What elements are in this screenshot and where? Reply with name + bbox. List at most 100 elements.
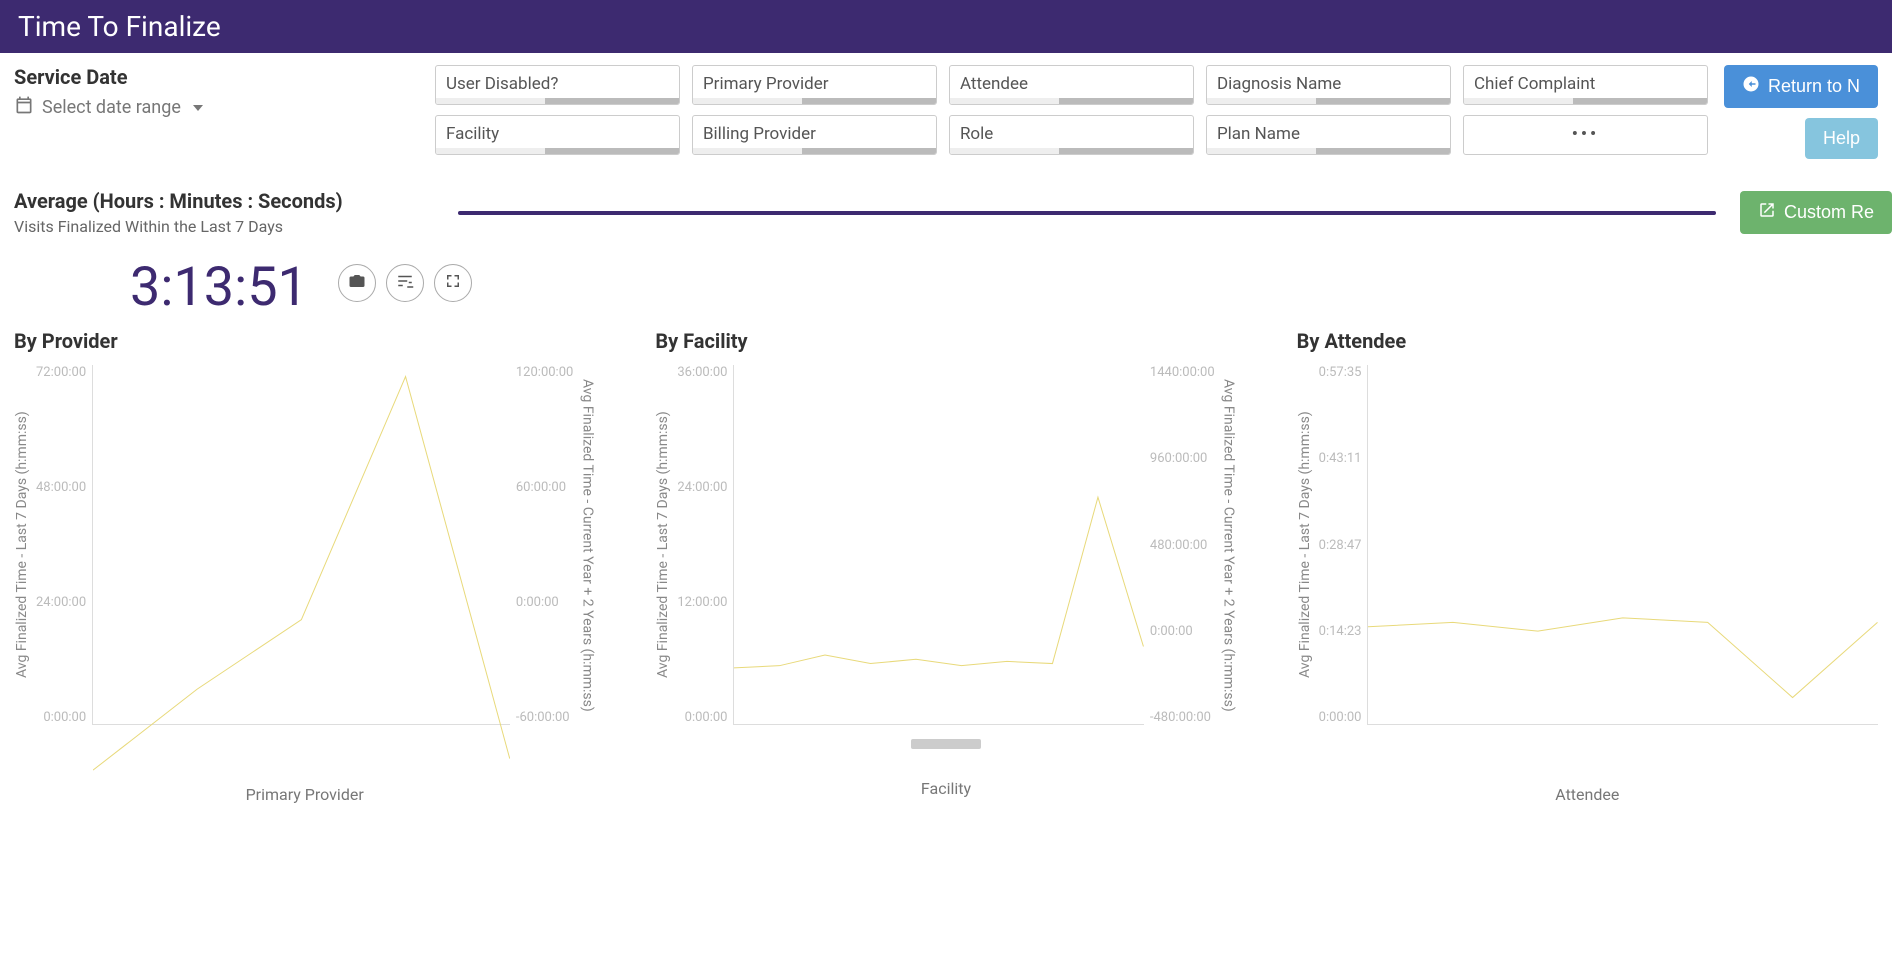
tick: 0:43:11: [1319, 451, 1362, 466]
tick: 0:00:00: [516, 595, 559, 610]
filter-primary-provider[interactable]: Primary Provider: [692, 65, 937, 105]
sliders-icon: [396, 272, 414, 294]
tick: 12:00:00: [677, 595, 727, 610]
filter-label: Plan Name: [1217, 124, 1300, 144]
chart-plot[interactable]: Avg Finalized Time - Last 7 Days (h:mm:s…: [1297, 365, 1878, 725]
filter-label: Role: [960, 124, 993, 144]
y-axis-right-label: Avg Finalized Time - Current Year + 2 Ye…: [579, 365, 595, 725]
scrollbar-thumb[interactable]: [1316, 148, 1450, 154]
average-summary-row: Average (Hours : Minutes : Seconds) Visi…: [0, 159, 1892, 236]
plot-area: [1367, 365, 1878, 725]
date-range-picker[interactable]: Select date range: [14, 95, 203, 120]
y-axis-left-label: Avg Finalized Time - Last 7 Days (h:mm:s…: [14, 365, 30, 725]
chart-title: By Provider: [14, 329, 595, 353]
sliders-button[interactable]: [386, 264, 424, 302]
tick: 0:14:23: [1319, 624, 1362, 639]
scrollbar-thumb[interactable]: [545, 98, 679, 104]
filter-diagnosis-name[interactable]: Diagnosis Name: [1206, 65, 1451, 105]
filter-plan-name[interactable]: Plan Name: [1206, 115, 1451, 155]
expand-icon: [444, 272, 462, 294]
chart-title: By Facility: [655, 329, 1236, 353]
tick: 0:00:00: [685, 710, 728, 725]
plot-area: [733, 365, 1143, 725]
custom-report-button[interactable]: Custom Re: [1740, 191, 1892, 234]
filter-label: User Disabled?: [446, 74, 558, 94]
y-ticks-left: 0:57:35 0:43:11 0:28:47 0:14:23 0:00:00: [1313, 365, 1368, 725]
charts-row: By Provider Avg Finalized Time - Last 7 …: [0, 329, 1892, 804]
tick: 24:00:00: [677, 480, 727, 495]
chart-plot[interactable]: Avg Finalized Time - Last 7 Days (h:mm:s…: [655, 365, 1236, 725]
x-axis-label: Attendee: [1297, 785, 1878, 804]
chart-by-provider: By Provider Avg Finalized Time - Last 7 …: [14, 329, 595, 804]
tick: 0:57:35: [1319, 365, 1362, 380]
filter-label: Attendee: [960, 74, 1028, 94]
tick: 120:00:00: [516, 365, 573, 380]
scrollbar-thumb[interactable]: [802, 148, 936, 154]
camera-button[interactable]: [338, 264, 376, 302]
filter-user-disabled[interactable]: User Disabled?: [435, 65, 680, 105]
page-header: Time To Finalize: [0, 0, 1892, 53]
tick: -60:00:00: [516, 710, 570, 725]
scrollbar-thumb[interactable]: [1573, 98, 1707, 104]
average-value: 3:13:51: [0, 236, 308, 329]
action-buttons: Return to N Help: [1724, 65, 1878, 159]
y-ticks-right: 120:00:00 60:00:00 0:00:00 -60:00:00: [510, 365, 579, 725]
help-button[interactable]: Help: [1805, 118, 1878, 159]
tick: 480:00:00: [1150, 538, 1207, 553]
line-overlay: [93, 365, 510, 782]
filter-facility[interactable]: Facility: [435, 115, 680, 155]
arrow-left-circle-icon: [1742, 75, 1760, 98]
filter-label: Primary Provider: [703, 74, 829, 94]
chart-by-attendee: By Attendee Avg Finalized Time - Last 7 …: [1297, 329, 1878, 804]
scrollbar-thumb[interactable]: [1316, 98, 1450, 104]
y-ticks-left: 72:00:00 48:00:00 24:00:00 0:00:00: [30, 365, 92, 725]
y-axis-left-label: Avg Finalized Time - Last 7 Days (h:mm:s…: [655, 365, 671, 725]
filter-label: Chief Complaint: [1474, 74, 1595, 94]
scrollbar-thumb[interactable]: [1059, 148, 1193, 154]
return-label: Return to N: [1768, 76, 1860, 97]
tick: 0:00:00: [1150, 624, 1193, 639]
filter-label: Billing Provider: [703, 124, 816, 144]
chart-title: By Attendee: [1297, 329, 1878, 353]
tick: 72:00:00: [36, 365, 86, 380]
chart-plot[interactable]: Avg Finalized Time - Last 7 Days (h:mm:s…: [14, 365, 595, 725]
filter-label: Facility: [446, 124, 499, 144]
y-axis-left-label: Avg Finalized Time - Last 7 Days (h:mm:s…: [1297, 365, 1313, 725]
page-title: Time To Finalize: [18, 10, 221, 43]
tick: 60:00:00: [516, 480, 566, 495]
tick: 0:28:47: [1319, 538, 1362, 553]
x-scrollbar[interactable]: [911, 739, 981, 749]
filter-attendee[interactable]: Attendee: [949, 65, 1194, 105]
service-date-block: Service Date Select date range: [14, 65, 419, 120]
filter-grid: User Disabled? Primary Provider Attendee…: [435, 65, 1708, 155]
filter-more-button[interactable]: •••: [1463, 115, 1708, 155]
external-link-icon: [1758, 201, 1776, 224]
scrollbar-thumb[interactable]: [545, 148, 679, 154]
tick: 1440:00:00: [1150, 365, 1215, 380]
tick: 48:00:00: [36, 480, 86, 495]
camera-icon: [348, 272, 366, 294]
return-button[interactable]: Return to N: [1724, 65, 1878, 108]
filters-region: Service Date Select date range User Disa…: [0, 53, 1892, 159]
tick: 0:00:00: [1319, 710, 1362, 725]
expand-button[interactable]: [434, 264, 472, 302]
tick: 24:00:00: [36, 595, 86, 610]
y-ticks-right: 1440:00:00 960:00:00 480:00:00 0:00:00 -…: [1144, 365, 1221, 725]
chart-toolbar: [338, 264, 472, 302]
filter-role[interactable]: Role: [949, 115, 1194, 155]
average-title: Average (Hours : Minutes : Seconds): [14, 189, 434, 213]
chart-by-facility: By Facility Avg Finalized Time - Last 7 …: [655, 329, 1236, 798]
filter-label: Diagnosis Name: [1217, 74, 1341, 94]
y-ticks-left: 36:00:00 24:00:00 12:00:00 0:00:00: [671, 365, 733, 725]
scrollbar-thumb[interactable]: [802, 98, 936, 104]
filter-chief-complaint[interactable]: Chief Complaint: [1463, 65, 1708, 105]
x-axis-label: Primary Provider: [14, 785, 595, 804]
y-axis-right-label: Avg Finalized Time - Current Year + 2 Ye…: [1221, 365, 1237, 725]
tick: 36:00:00: [677, 365, 727, 380]
line-overlay: [734, 365, 1143, 774]
tick: 960:00:00: [1150, 451, 1207, 466]
divider-bar: [458, 211, 1716, 215]
filter-billing-provider[interactable]: Billing Provider: [692, 115, 937, 155]
scrollbar-thumb[interactable]: [1059, 98, 1193, 104]
plot-area: [92, 365, 510, 725]
